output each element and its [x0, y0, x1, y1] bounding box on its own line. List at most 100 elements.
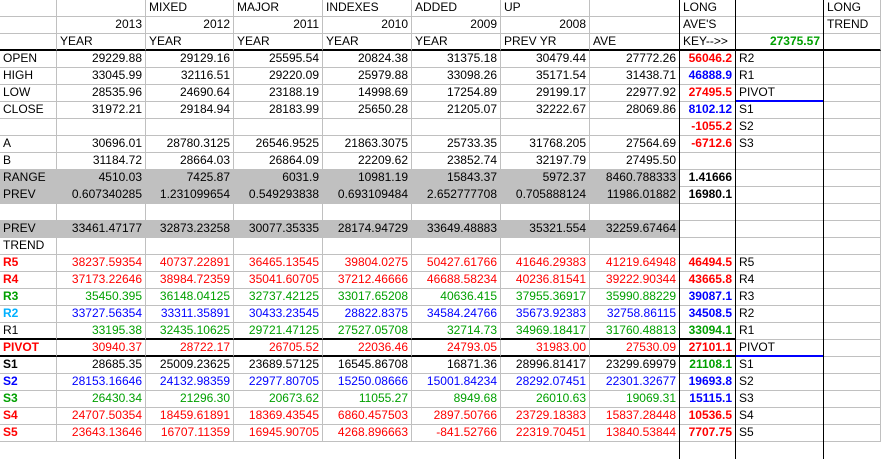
header-cell[interactable]: PREV YR: [501, 34, 590, 51]
data-cell[interactable]: 32737.42125: [234, 289, 323, 306]
data-cell[interactable]: 27527.05708: [323, 323, 412, 340]
data-cell[interactable]: 6860.457503: [323, 408, 412, 425]
data-cell[interactable]: 39222.90344: [590, 272, 680, 289]
header-cell[interactable]: YEAR: [234, 34, 323, 51]
header-cell[interactable]: AVE: [590, 34, 680, 51]
header-cell[interactable]: UP: [501, 0, 590, 17]
data-cell[interactable]: 28685.35: [57, 357, 146, 374]
data-cell[interactable]: 14998.69: [323, 85, 412, 102]
data-cell[interactable]: [590, 204, 680, 221]
data-cell[interactable]: 24707.50354: [57, 408, 146, 425]
data-cell[interactable]: [412, 238, 501, 255]
row-label[interactable]: R1: [0, 323, 57, 340]
data-cell[interactable]: 25595.54: [234, 51, 323, 68]
data-cell[interactable]: 41646.29383: [501, 255, 590, 272]
row-label[interactable]: R2: [0, 306, 57, 323]
empty-cell[interactable]: [824, 68, 881, 85]
data-cell[interactable]: 8949.68: [412, 391, 501, 408]
header-cell[interactable]: LONG: [680, 0, 736, 17]
data-cell[interactable]: 23188.19: [234, 85, 323, 102]
key-code-cell[interactable]: S1: [736, 357, 824, 374]
data-cell[interactable]: 30940.37: [57, 340, 146, 357]
data-cell[interactable]: 8460.788333: [590, 170, 680, 187]
data-cell[interactable]: 11986.01882: [590, 187, 680, 204]
data-cell[interactable]: 35673.92383: [501, 306, 590, 323]
data-cell[interactable]: 23729.18383: [501, 408, 590, 425]
data-cell[interactable]: 28535.96: [57, 85, 146, 102]
header-cell[interactable]: [590, 0, 680, 17]
empty-cell[interactable]: [824, 51, 881, 68]
row-label[interactable]: S3: [0, 391, 57, 408]
data-cell[interactable]: [590, 119, 680, 136]
data-cell[interactable]: [323, 119, 412, 136]
data-cell[interactable]: 35450.395: [57, 289, 146, 306]
data-cell[interactable]: 33045.99: [57, 68, 146, 85]
data-cell[interactable]: 35041.60705: [234, 272, 323, 289]
data-cell[interactable]: 35321.554: [501, 221, 590, 238]
data-cell[interactable]: 6031.9: [234, 170, 323, 187]
data-cell[interactable]: 20824.38: [323, 51, 412, 68]
empty-cell[interactable]: [824, 238, 881, 255]
row-label[interactable]: LOW: [0, 85, 57, 102]
data-cell[interactable]: 27772.26: [590, 51, 680, 68]
data-cell[interactable]: 15837.28448: [590, 408, 680, 425]
row-label[interactable]: S4: [0, 408, 57, 425]
data-cell[interactable]: 22036.46: [323, 340, 412, 357]
data-cell[interactable]: [412, 119, 501, 136]
data-cell[interactable]: 39804.0275: [323, 255, 412, 272]
key-value-cell[interactable]: 8102.12: [680, 102, 736, 119]
data-cell[interactable]: 30077.35335: [234, 221, 323, 238]
data-cell[interactable]: 0.549293838: [234, 187, 323, 204]
empty-cell[interactable]: [824, 272, 881, 289]
header-cell[interactable]: 2010: [323, 17, 412, 34]
data-cell[interactable]: 16545.86708: [323, 357, 412, 374]
key-value-cell[interactable]: 43665.8: [680, 272, 736, 289]
header-cell[interactable]: INDEXES: [323, 0, 412, 17]
header-cell[interactable]: YEAR: [57, 34, 146, 51]
row-label[interactable]: RANGE: [0, 170, 57, 187]
key-value-cell[interactable]: 27495.5: [680, 85, 736, 102]
key-code-cell[interactable]: S3: [736, 391, 824, 408]
key-value-cell[interactable]: [680, 153, 736, 170]
data-cell[interactable]: 50427.61766: [412, 255, 501, 272]
key-code-cell[interactable]: S1: [736, 102, 824, 119]
data-cell[interactable]: 28664.03: [146, 153, 234, 170]
data-cell[interactable]: 18369.43545: [234, 408, 323, 425]
data-cell[interactable]: 29721.47125: [234, 323, 323, 340]
data-cell[interactable]: 11055.27: [323, 391, 412, 408]
key-code-cell[interactable]: R1: [736, 68, 824, 85]
data-cell[interactable]: 13840.53844: [590, 425, 680, 442]
row-label[interactable]: S1: [0, 357, 57, 374]
data-cell[interactable]: 28174.94729: [323, 221, 412, 238]
empty-cell[interactable]: [824, 204, 881, 221]
key-code-cell[interactable]: R1: [736, 323, 824, 340]
row-label[interactable]: OPEN: [0, 51, 57, 68]
data-cell[interactable]: 35171.54: [501, 68, 590, 85]
data-cell[interactable]: 33098.26: [412, 68, 501, 85]
key-value-cell[interactable]: 21108.1: [680, 357, 736, 374]
empty-cell[interactable]: [824, 323, 881, 340]
data-cell[interactable]: 22977.92: [590, 85, 680, 102]
row-label[interactable]: TREND: [0, 238, 57, 255]
key-code-cell[interactable]: R2: [736, 306, 824, 323]
data-cell[interactable]: 32435.10625: [146, 323, 234, 340]
header-cell[interactable]: AVE'S: [680, 17, 736, 34]
header-cell[interactable]: [0, 0, 57, 17]
data-cell[interactable]: 0.693109484: [323, 187, 412, 204]
data-cell[interactable]: 32259.67464: [590, 221, 680, 238]
empty-cell[interactable]: [824, 357, 881, 374]
data-cell[interactable]: 4510.03: [57, 170, 146, 187]
key-code-cell[interactable]: S3: [736, 136, 824, 153]
data-cell[interactable]: 33727.56354: [57, 306, 146, 323]
header-cell[interactable]: [0, 17, 57, 34]
data-cell[interactable]: 21863.3075: [323, 136, 412, 153]
data-cell[interactable]: 7425.87: [146, 170, 234, 187]
header-cell[interactable]: 2012: [146, 17, 234, 34]
data-cell[interactable]: 18459.61891: [146, 408, 234, 425]
key-code-cell[interactable]: [736, 221, 824, 238]
data-cell[interactable]: 34584.24766: [412, 306, 501, 323]
data-cell[interactable]: 17254.89: [412, 85, 501, 102]
data-cell[interactable]: 29229.88: [57, 51, 146, 68]
data-cell[interactable]: 23299.69979: [590, 357, 680, 374]
data-cell[interactable]: 21296.30: [146, 391, 234, 408]
